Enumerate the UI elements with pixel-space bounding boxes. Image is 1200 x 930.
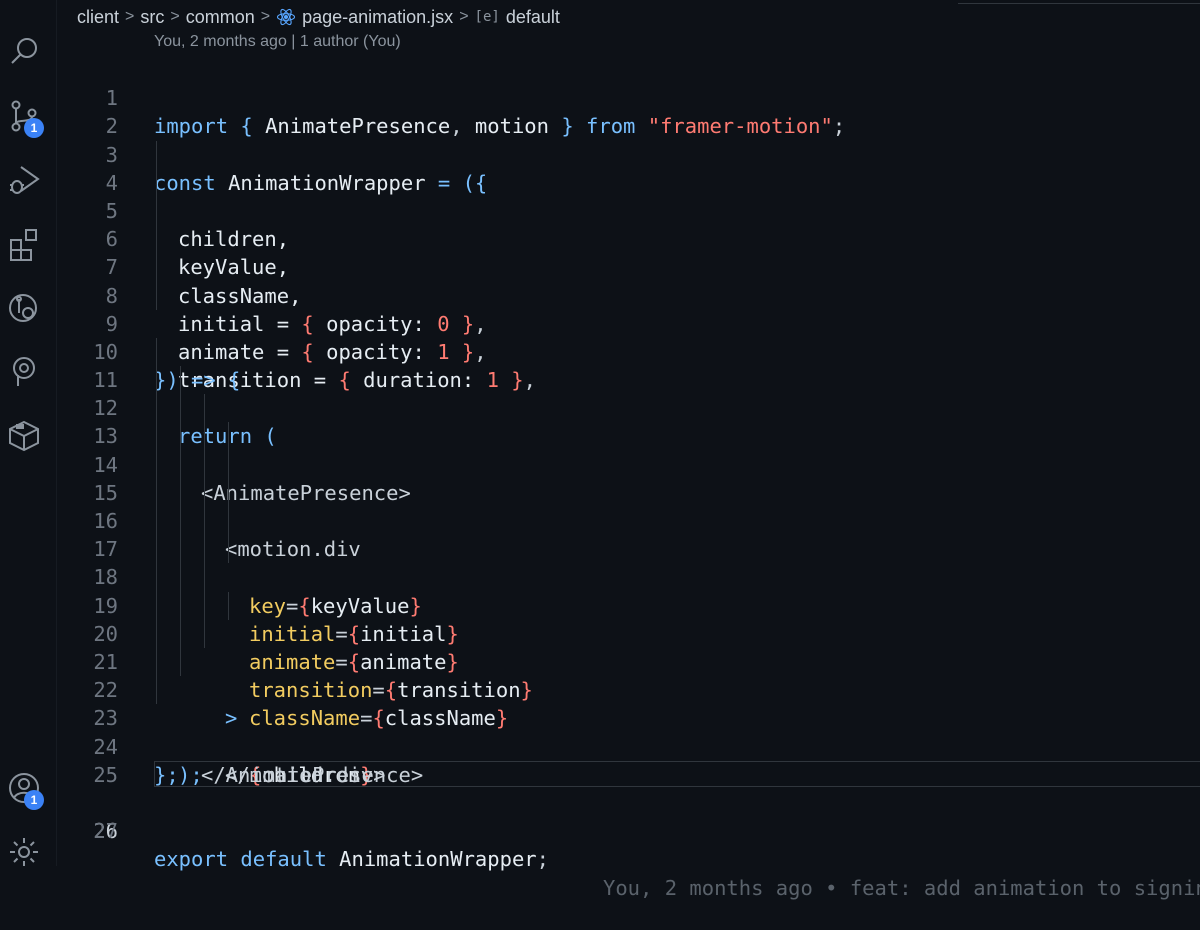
indent-guide	[204, 450, 205, 479]
indent-guide	[204, 394, 205, 423]
code-line: 25	[0, 733, 1200, 787]
indent-guide	[156, 619, 157, 648]
code-line: 14 key={keyValue}	[0, 422, 1200, 618]
indent-guide	[156, 253, 157, 282]
code-line: 8 animate = { opacity: 1 },	[0, 253, 1200, 364]
indent-guide	[180, 394, 181, 423]
code-line: 5 keyValue,	[0, 168, 1200, 279]
code-line: 20 {children}	[0, 591, 1200, 787]
code-line: 2	[0, 84, 1200, 138]
breadcrumb-item-src[interactable]: src	[140, 7, 164, 28]
inline-blame-annotation[interactable]: You, 2 months ago • feat: add animation …	[603, 874, 1200, 902]
code-line: 23 );	[0, 676, 1200, 787]
indent-guide	[204, 478, 205, 507]
indent-guide	[204, 422, 205, 451]
indent-guide	[156, 676, 157, 705]
indent-guide	[180, 591, 181, 620]
chevron-right-icon: >	[125, 8, 135, 25]
indent-guide	[156, 450, 157, 479]
indent-guide	[156, 394, 157, 423]
code-editor[interactable]: 1 import { AnimatePresence, motion } fro…	[0, 56, 1200, 900]
indent-guide	[156, 535, 157, 564]
indent-guide	[180, 422, 181, 451]
code-line: 27	[0, 789, 1200, 843]
code-line: 22 </AnimatePresence>	[0, 647, 1200, 787]
indent-guide	[228, 422, 229, 451]
code-line: 4 children,	[0, 140, 1200, 251]
indent-guide	[180, 619, 181, 648]
code-line: 10 }) => {	[0, 310, 1200, 392]
code-line: 11 return (	[0, 337, 1200, 448]
code-line: 24 };	[0, 704, 1200, 787]
code-line: 9 transition = { duration: 1 },	[0, 281, 1200, 392]
gitlens-blame-header[interactable]: You, 2 months ago | 1 author (You)	[154, 33, 401, 51]
indent-guide	[180, 366, 181, 395]
code-line: 18 className={className}	[0, 535, 1200, 730]
indent-guide	[204, 507, 205, 536]
indent-guide	[228, 450, 229, 479]
indent-guide	[156, 168, 157, 197]
chevron-right-icon: >	[459, 8, 469, 25]
breadcrumb-item-common[interactable]: common	[186, 7, 255, 28]
indent-guide	[156, 563, 157, 592]
indent-guide	[156, 196, 157, 226]
code-line: 15 initial={initial}	[0, 450, 1200, 646]
code-line: 1 import { AnimatePresence, motion } fro…	[0, 56, 1200, 138]
code-line: 16 animate={animate}	[0, 478, 1200, 674]
code-line: 6 className,	[0, 196, 1200, 308]
code-line: 17 transition={transition}	[0, 507, 1200, 702]
code-line: 12 <AnimatePresence>	[0, 366, 1200, 505]
chevron-right-icon: >	[170, 8, 180, 25]
indent-guide	[204, 591, 205, 620]
indent-guide	[228, 535, 229, 564]
code-line: 19 >	[0, 563, 1200, 730]
indent-guide	[204, 563, 205, 592]
indent-guide	[180, 647, 181, 677]
current-line-highlight	[154, 760, 1200, 787]
indent-guide	[156, 478, 157, 507]
breadcrumb: client > src > common > page-animation.j…	[77, 5, 560, 29]
code-text: export default AnimationWrapper;	[154, 847, 549, 872]
code-line: 21 </motion.div>	[0, 619, 1200, 787]
symbol-variable-icon: [e]	[474, 9, 500, 25]
breadcrumb-item-client[interactable]: client	[77, 7, 119, 28]
code-line-current: 26 export default AnimationWrapper; You,…	[0, 760, 1200, 900]
breadcrumb-item-symbol[interactable]: default	[506, 7, 560, 28]
indent-guide	[156, 507, 157, 536]
indent-guide	[156, 225, 157, 254]
indent-guide	[204, 535, 205, 564]
code-line: 3 const AnimationWrapper = ({	[0, 112, 1200, 195]
line-number: 27	[93, 819, 118, 844]
indent-guide	[156, 140, 157, 169]
indent-guide	[180, 450, 181, 479]
indent-guide	[156, 591, 157, 620]
indent-guide	[156, 422, 157, 451]
indent-guide	[156, 337, 157, 367]
indent-guide	[156, 281, 157, 310]
indent-guide	[180, 535, 181, 564]
indent-guide	[180, 478, 181, 507]
breadcrumb-item-file[interactable]: page-animation.jsx	[302, 7, 453, 28]
chevron-right-icon: >	[260, 8, 271, 25]
indent-guide	[228, 507, 229, 536]
indent-guide	[180, 563, 181, 592]
code-line: 7 initial = { opacity: 0 },	[0, 225, 1200, 336]
top-accent-line	[958, 3, 1200, 4]
code-line: 13 <motion.div	[0, 394, 1200, 561]
indent-guide	[228, 478, 229, 507]
indent-guide	[180, 507, 181, 536]
indent-guide	[228, 591, 229, 620]
indent-guide	[156, 647, 157, 677]
indent-guide	[204, 619, 205, 648]
react-file-icon	[277, 8, 296, 26]
indent-guide	[156, 366, 157, 395]
